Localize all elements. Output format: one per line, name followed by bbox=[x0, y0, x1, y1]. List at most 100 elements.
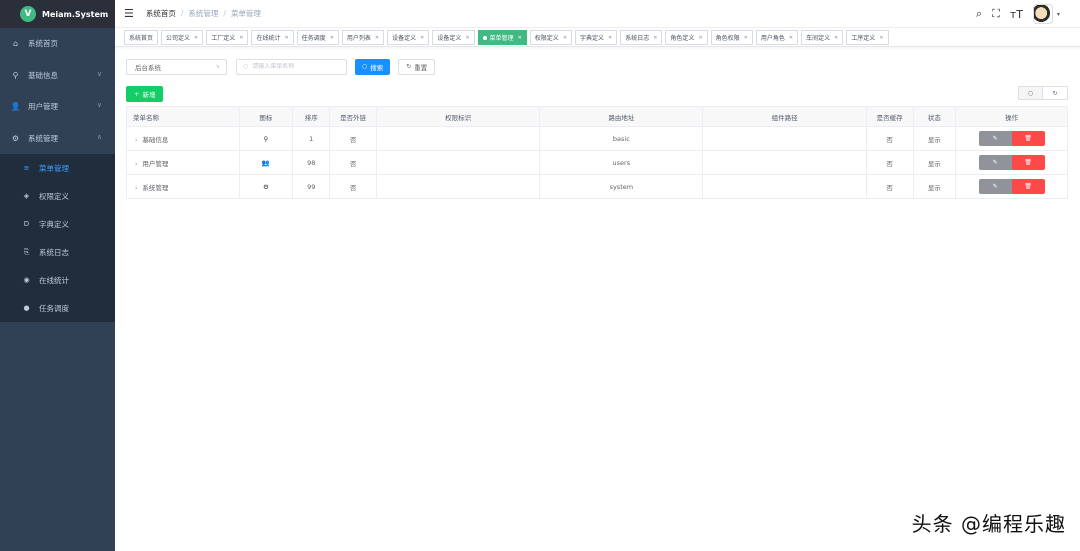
tab-label: 用户列表 bbox=[346, 35, 371, 42]
breadcrumb-separator: / bbox=[180, 9, 184, 18]
tab-13[interactable]: 角色权限 ✕ bbox=[710, 30, 753, 45]
sidebar-subitem-5[interactable]: ● 任务调度 bbox=[0, 294, 115, 322]
hamburger-icon[interactable]: ☰ bbox=[124, 7, 134, 20]
delete-button[interactable]: 🗑 bbox=[1011, 155, 1045, 170]
chevron-down-icon: ∨ bbox=[215, 63, 220, 70]
gear-icon: ⚙ bbox=[11, 133, 20, 143]
navbar: ☰ 系统首页 / 系统管理 / 菜单管理 ⌕ ⛶ ᴛT ▾ bbox=[115, 0, 1080, 28]
sidebar-item-3[interactable]: ⚙ 系统管理 ∧ bbox=[0, 123, 115, 155]
menu-name-search[interactable]: ○ bbox=[236, 58, 347, 75]
tab-0[interactable]: 系统首页 bbox=[124, 30, 159, 45]
breadcrumb-current: 菜单管理 bbox=[230, 9, 261, 18]
sidebar-item-1[interactable]: ⚲ 基础信息 ∨ bbox=[0, 60, 115, 92]
tab-label: 工序定义 bbox=[851, 35, 876, 42]
breadcrumb: 系统首页 / 系统管理 / 菜单管理 bbox=[146, 8, 261, 19]
close-icon[interactable]: ✕ bbox=[698, 35, 702, 41]
close-icon[interactable]: ✕ bbox=[330, 35, 334, 41]
tab-label: 设备定义 bbox=[392, 35, 417, 42]
close-icon[interactable]: ✕ bbox=[284, 35, 288, 41]
close-icon[interactable]: ✕ bbox=[608, 35, 612, 41]
fullscreen-icon[interactable]: ⛶ bbox=[992, 7, 1000, 21]
actions-cell: ✎ 🗑 bbox=[955, 126, 1068, 151]
tab-label: 用户角色 bbox=[760, 35, 785, 42]
font-size-icon[interactable]: ᴛT bbox=[1010, 8, 1023, 21]
close-icon[interactable]: ✕ bbox=[420, 35, 424, 41]
tab-5[interactable]: 用户列表 ✕ bbox=[341, 30, 385, 45]
tab-7[interactable]: 设备定义 ✕ bbox=[432, 30, 475, 45]
menu-name-cell: › 基础信息 bbox=[126, 126, 240, 151]
sidebar: V Meiam.System ⌂ 系统首页 ⚲ 基础信息 ∨ 👤 用户管理 ∨ ⚙ … bbox=[0, 0, 115, 551]
tab-4[interactable]: 任务调度 ✕ bbox=[296, 30, 339, 45]
close-icon[interactable]: ✕ bbox=[879, 35, 883, 41]
sidebar-subitem-0[interactable]: ≡ 菜单管理 bbox=[0, 154, 115, 182]
search-icon[interactable]: ⌕ bbox=[976, 7, 982, 21]
edit-icon: ✎ bbox=[992, 159, 998, 166]
edit-button[interactable]: ✎ bbox=[978, 179, 1012, 194]
close-icon[interactable]: ✕ bbox=[744, 35, 748, 41]
tab-6[interactable]: 设备定义 ✕ bbox=[387, 30, 430, 45]
toggle-search-icon[interactable]: ○ bbox=[1018, 86, 1043, 100]
tab-label: 工厂定义 bbox=[211, 35, 236, 42]
tab-10[interactable]: 字典定义 ✕ bbox=[574, 30, 618, 45]
tab-11[interactable]: 系统日志 ✕ bbox=[620, 30, 663, 45]
delete-button[interactable]: 🗑 bbox=[1011, 131, 1045, 146]
avatar[interactable] bbox=[1032, 4, 1053, 24]
sidebar-subitem-3[interactable]: ⎘ 系统日志 bbox=[0, 238, 115, 266]
refresh-icon[interactable]: ↻ bbox=[1043, 86, 1068, 100]
close-icon[interactable]: ✕ bbox=[653, 35, 657, 41]
org-tree-icon: ⚲ bbox=[12, 70, 19, 80]
tab-label: 车间定义 bbox=[806, 35, 831, 42]
tab-label: 任务调度 bbox=[301, 35, 326, 42]
search-icon: ○ bbox=[243, 63, 249, 70]
expand-arrow-icon[interactable]: › bbox=[135, 185, 137, 192]
close-icon[interactable]: ✕ bbox=[465, 35, 469, 41]
add-button[interactable]: + 新增 bbox=[126, 85, 164, 102]
menu-name-input[interactable] bbox=[252, 63, 343, 70]
column-header: 组件路径 bbox=[702, 106, 867, 127]
perm-cell bbox=[375, 174, 541, 199]
sidebar-subitem-1[interactable]: ◈ 权限定义 bbox=[0, 182, 115, 210]
tab-16[interactable]: 工序定义 ✕ bbox=[846, 30, 889, 45]
edit-button[interactable]: ✎ bbox=[978, 131, 1012, 146]
close-icon[interactable]: ✕ bbox=[375, 35, 379, 41]
tab-3[interactable]: 在线统计 ✕ bbox=[251, 30, 294, 45]
chevron-icon: ∨ bbox=[96, 69, 102, 78]
close-icon[interactable]: ✕ bbox=[518, 35, 522, 41]
reset-button[interactable]: ↻ 重置 bbox=[398, 58, 436, 75]
edit-icon: ✎ bbox=[992, 135, 998, 142]
logo[interactable]: V Meiam.System bbox=[0, 0, 115, 28]
sidebar-item-2[interactable]: 👤 用户管理 ∨ bbox=[0, 91, 115, 123]
sidebar-subitem-4[interactable]: ◉ 在线统计 bbox=[0, 266, 115, 294]
close-icon[interactable]: ✕ bbox=[563, 35, 567, 41]
tab-15[interactable]: 车间定义 ✕ bbox=[801, 30, 844, 45]
expand-arrow-icon[interactable]: › bbox=[135, 161, 137, 168]
caret-down-icon[interactable]: ▾ bbox=[1057, 11, 1060, 18]
sidebar-subitem-2[interactable]: D 字典定义 bbox=[0, 210, 115, 238]
menu-name-cell: › 系统管理 bbox=[126, 174, 240, 199]
close-icon[interactable]: ✕ bbox=[194, 35, 198, 41]
tab-14[interactable]: 用户角色 ✕ bbox=[755, 30, 799, 45]
sidebar-subitem-label: 字典定义 bbox=[39, 219, 69, 229]
breadcrumb-home[interactable]: 系统首页 bbox=[146, 8, 176, 19]
delete-button[interactable]: 🗑 bbox=[1011, 179, 1045, 194]
close-icon[interactable]: ✕ bbox=[239, 35, 243, 41]
add-button-label: 新增 bbox=[142, 90, 156, 99]
tab-2[interactable]: 工厂定义 ✕ bbox=[206, 30, 249, 45]
sidebar-subitem-label: 系统日志 bbox=[39, 247, 69, 257]
close-icon[interactable]: ✕ bbox=[789, 35, 793, 41]
tab-9[interactable]: 权限定义 ✕ bbox=[529, 30, 572, 45]
external-cell: 否 bbox=[329, 150, 377, 175]
trash-icon: 🗑 bbox=[1024, 135, 1032, 142]
tab-1[interactable]: 公司定义 ✕ bbox=[161, 30, 204, 45]
trash-icon: 🗑 bbox=[1024, 183, 1032, 190]
tab-12[interactable]: 角色定义 ✕ bbox=[665, 30, 708, 45]
search-button[interactable]: ○ 搜索 bbox=[355, 58, 391, 75]
close-icon[interactable]: ✕ bbox=[834, 35, 838, 41]
tab-8[interactable]: 菜单管理 ✕ bbox=[477, 30, 527, 45]
system-select[interactable]: 后台系统 ∨ bbox=[126, 58, 227, 75]
expand-arrow-icon[interactable]: › bbox=[135, 137, 137, 144]
status-cell: 显示 bbox=[912, 150, 957, 175]
sidebar-item-0[interactable]: ⌂ 系统首页 bbox=[0, 28, 115, 60]
icon-cell: 👥 bbox=[238, 150, 294, 175]
edit-button[interactable]: ✎ bbox=[978, 155, 1012, 170]
